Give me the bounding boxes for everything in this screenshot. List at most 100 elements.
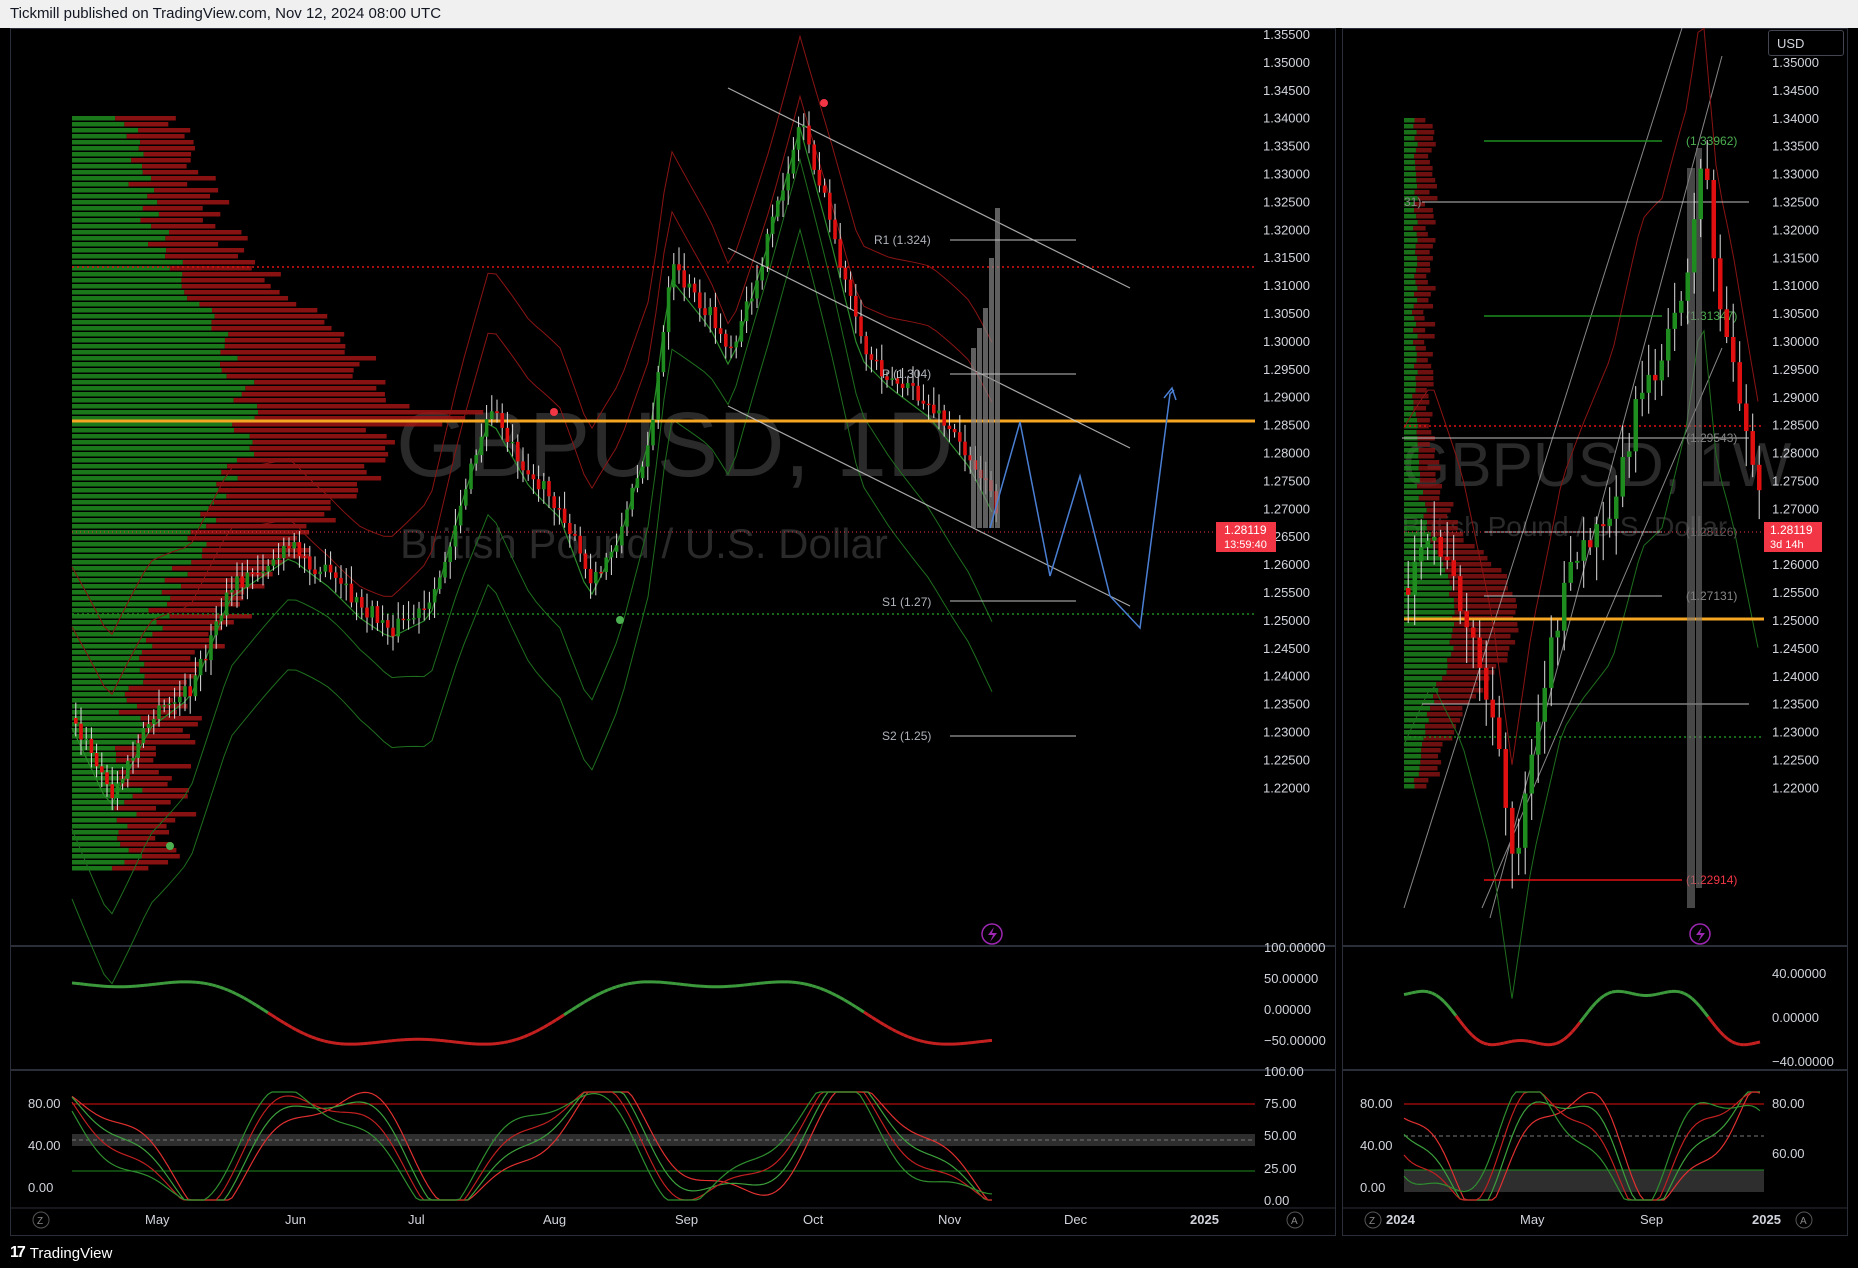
osc-segment bbox=[571, 1005, 577, 1011]
price-axis[interactable]: 1.35500 1.35000 1.34500 1.34000 1.33500 1.330… bbox=[1263, 28, 1310, 795]
zoom-corner-button[interactable]: Z bbox=[1364, 1211, 1382, 1229]
profile-bar-red bbox=[214, 500, 331, 505]
profile-bar-green bbox=[72, 800, 125, 805]
pivot-p-label: P (1.304) bbox=[882, 367, 931, 381]
osc-segment bbox=[247, 998, 253, 1004]
profile-bar-red bbox=[254, 452, 389, 457]
candle-body bbox=[1653, 374, 1658, 381]
fib-label: (1.33962) bbox=[1686, 134, 1737, 148]
profile-bar-red bbox=[1415, 166, 1433, 171]
profile-bar-red bbox=[143, 680, 187, 685]
profile-bar-red bbox=[236, 458, 386, 463]
profile-bar-green bbox=[72, 806, 115, 811]
profile-bar-red bbox=[1426, 526, 1458, 531]
profile-bar-red bbox=[1421, 754, 1438, 759]
candle-body bbox=[547, 481, 551, 497]
candle-body bbox=[906, 383, 910, 389]
price-axis-label: 1.30500 bbox=[1772, 306, 1819, 321]
candle-body bbox=[214, 621, 218, 636]
osc-segment bbox=[619, 983, 625, 988]
lightning-icon[interactable] bbox=[1689, 923, 1711, 945]
osc-segment bbox=[1435, 993, 1441, 1000]
osc-segment bbox=[827, 990, 833, 995]
profile-bar-red bbox=[1417, 184, 1437, 189]
candle-body bbox=[1438, 536, 1443, 557]
candle-body bbox=[386, 620, 390, 628]
auto-scale-button[interactable]: A bbox=[1286, 1211, 1304, 1229]
profile-bar-red bbox=[181, 584, 265, 589]
profile-bar-red bbox=[142, 170, 199, 175]
profile-bar-red bbox=[162, 626, 223, 631]
candle-body bbox=[510, 441, 515, 444]
price-axis-label: 1.31500 bbox=[1772, 250, 1819, 265]
zoom-corner-button[interactable]: Z bbox=[32, 1211, 50, 1229]
candle-body bbox=[692, 283, 697, 293]
osc2-left-axis-label: 80.00 bbox=[28, 1096, 61, 1111]
profile-bar-green bbox=[72, 866, 113, 871]
profile-bar-green bbox=[1404, 316, 1415, 321]
profile-bar-red bbox=[143, 152, 192, 157]
profile-bar-green bbox=[1404, 154, 1415, 159]
auto-scale-button[interactable]: A bbox=[1795, 1211, 1813, 1229]
profile-bar-red bbox=[224, 338, 341, 343]
candle-body bbox=[1666, 328, 1671, 361]
candle-body bbox=[505, 427, 510, 443]
osc-segment bbox=[1527, 1039, 1533, 1044]
candle-body bbox=[781, 190, 785, 201]
price-axis-label: 1.35000 bbox=[1772, 55, 1819, 70]
profile-bar-green bbox=[1404, 244, 1416, 249]
candle-body bbox=[952, 429, 957, 433]
profile-bar-red bbox=[226, 494, 357, 499]
candle-body bbox=[802, 125, 806, 128]
profile-bar-red bbox=[1447, 664, 1497, 669]
profile-bar-green bbox=[72, 266, 170, 271]
profile-bar-green bbox=[1404, 352, 1417, 357]
candle-body bbox=[656, 372, 660, 420]
profile-bar-red bbox=[221, 368, 354, 373]
profile-bar-green bbox=[72, 254, 166, 259]
candle-body bbox=[183, 686, 187, 697]
profile-bar-green bbox=[72, 284, 182, 289]
left-chart-svg[interactable]: GBPUSD, 1D British Pound / U.S. Dollar R… bbox=[10, 28, 1336, 1236]
osc-segment bbox=[587, 996, 593, 1002]
osc-segment bbox=[323, 1039, 329, 1044]
profile-bar-green bbox=[1404, 250, 1416, 255]
profile-bar-green bbox=[72, 242, 149, 247]
profile-bar-green bbox=[72, 716, 141, 721]
osc-segment bbox=[1427, 990, 1433, 995]
osc-segment bbox=[807, 983, 813, 988]
candle-body bbox=[859, 316, 863, 337]
right-chart-svg[interactable]: GBPUSD, 1W British Pound / U.S. Dollar (… bbox=[1342, 28, 1848, 1236]
tradingview-brand[interactable]: TradingView bbox=[30, 1245, 113, 1262]
candle-body bbox=[198, 658, 203, 676]
osc-segment bbox=[279, 1019, 285, 1025]
lightning-icon[interactable] bbox=[981, 923, 1003, 945]
candle-body bbox=[1692, 219, 1697, 273]
time-axis[interactable]: May Jun Jul Aug Sep Oct Nov Dec 2025 bbox=[145, 1212, 1219, 1227]
candle-body bbox=[755, 280, 759, 299]
candle-body bbox=[635, 478, 640, 488]
profile-bar-green bbox=[1404, 484, 1418, 489]
osc-segment bbox=[1659, 991, 1665, 996]
candle-body bbox=[1633, 399, 1638, 452]
osc-segment bbox=[895, 1029, 901, 1035]
profile-bar-green bbox=[1404, 172, 1416, 177]
price-axis-label: 1.30000 bbox=[1263, 334, 1310, 349]
candle-body bbox=[817, 169, 822, 186]
time-axis-label: Sep bbox=[1640, 1212, 1663, 1227]
profile-bar-green bbox=[72, 278, 182, 283]
candle-body bbox=[583, 553, 588, 569]
price-axis-label: 1.25000 bbox=[1263, 613, 1310, 628]
price-axis[interactable]: 1.35000 1.34500 1.34000 1.33500 1.33000 1.325… bbox=[1772, 55, 1819, 795]
profile-bar-red bbox=[1416, 352, 1433, 357]
profile-bar-red bbox=[140, 716, 202, 721]
profile-bar-red bbox=[1416, 382, 1434, 387]
osc-segment bbox=[1599, 994, 1605, 1000]
profile-bar-green bbox=[1404, 586, 1453, 591]
price-axis-label: 1.33000 bbox=[1772, 167, 1819, 182]
oscillator1-axis: 100.00000 50.00000 0.00000 −50.00000 bbox=[1264, 940, 1326, 1048]
candle-body bbox=[562, 508, 567, 523]
currency-button[interactable]: USD bbox=[1768, 30, 1844, 56]
time-axis[interactable]: 2024 May Sep 2025 bbox=[1386, 1212, 1781, 1227]
profile-bar-red bbox=[200, 512, 325, 517]
